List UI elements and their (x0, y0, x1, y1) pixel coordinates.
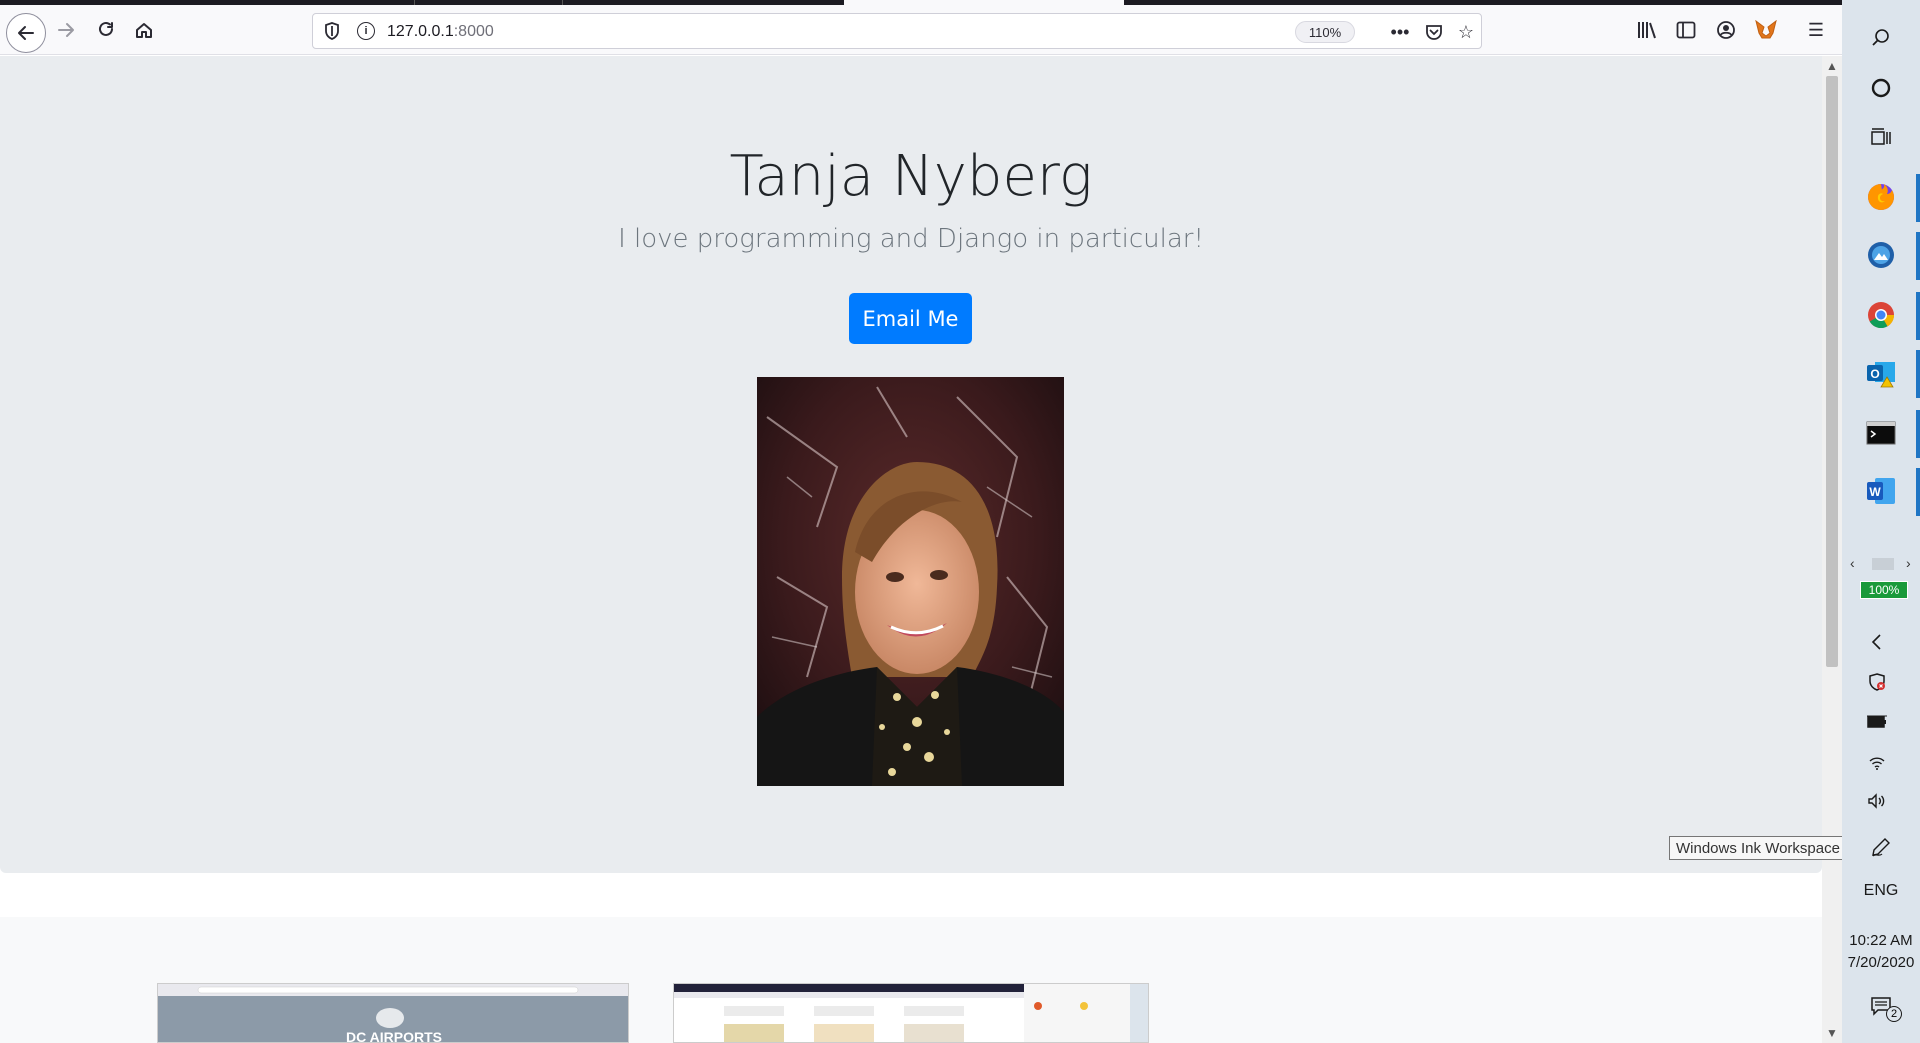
reload-icon (99, 21, 113, 36)
browser-app-icon[interactable] (1862, 236, 1900, 274)
firefox-icon[interactable] (1862, 178, 1900, 216)
cortana-icon[interactable] (1864, 74, 1898, 102)
page-viewport: Tanja Nyberg I love programming and Djan… (0, 56, 1822, 1043)
notification-count-badge: 2 (1886, 1006, 1902, 1022)
vertical-scrollbar[interactable]: ▲ ▼ (1822, 56, 1842, 1043)
project-thumbnail[interactable]: DC AIRPORTS (157, 983, 629, 1043)
taskbar-scroll-thumb[interactable] (1872, 558, 1894, 570)
taskbar-scroll[interactable]: ‹ › (1850, 555, 1916, 573)
sidebar-toggle-icon[interactable] (1673, 17, 1699, 43)
clock-date[interactable]: 7/20/2020 (1842, 954, 1920, 971)
magnifier-zoom-badge[interactable]: 100% (1860, 581, 1908, 599)
wifi-icon[interactable] (1860, 748, 1894, 776)
chevron-left-icon[interactable]: ‹ (1850, 555, 1855, 571)
taskbar-active-indicator (1916, 292, 1920, 340)
windows-taskbar: O W ‹ › 100% ENG 10:22 AM 7/20/2020 2 (1842, 0, 1920, 1043)
url-host: 127.0.0.1 (387, 23, 454, 40)
chrome-icon[interactable] (1862, 296, 1900, 334)
url-port: :8000 (453, 23, 494, 40)
forward-button[interactable] (50, 14, 82, 46)
scroll-down-icon[interactable]: ▼ (1822, 1025, 1842, 1041)
show-hidden-icons-chevron-icon[interactable] (1860, 628, 1894, 656)
home-button[interactable] (128, 14, 160, 46)
browser-toolbar: i 127.0.0.1:8000 110% ••• ☆ ☰ (0, 5, 1842, 55)
taskbar-active-indicator (1916, 468, 1920, 516)
profile-photo (757, 377, 1064, 786)
taskbar-active-indicator (1916, 174, 1920, 222)
input-language[interactable]: ENG (1842, 882, 1920, 900)
bookmark-star-icon[interactable]: ☆ (1453, 20, 1479, 44)
home-icon (136, 23, 152, 38)
url-text[interactable]: 127.0.0.1:8000 (387, 23, 494, 41)
url-bar[interactable]: i 127.0.0.1:8000 110% ••• ☆ (312, 13, 1482, 49)
word-icon[interactable]: W (1862, 472, 1900, 510)
hero-tagline: I love programming and Django in particu… (618, 224, 1204, 254)
page-actions-icon[interactable]: ••• (1387, 20, 1413, 44)
project-thumbnail-caption: DC AIRPORTS (346, 1029, 442, 1043)
library-icon[interactable] (1634, 17, 1660, 43)
back-button[interactable] (6, 13, 46, 53)
screen: i 127.0.0.1:8000 110% ••• ☆ ☰ Tanja Nybe… (0, 0, 1920, 1043)
taskbar-active-indicator (1916, 350, 1920, 398)
hero-name: Tanja Nyberg (729, 144, 1093, 209)
project-thumbnail[interactable] (673, 983, 1149, 1043)
arrow-right-icon (58, 23, 74, 37)
tracking-shield-icon[interactable] (323, 22, 341, 40)
volume-icon[interactable] (1860, 787, 1894, 815)
outlook-icon[interactable]: O (1862, 354, 1900, 392)
arrow-left-icon (18, 26, 34, 40)
zoom-level-badge[interactable]: 110% (1295, 21, 1355, 43)
reload-button[interactable] (90, 14, 122, 46)
security-shield-icon[interactable] (1860, 668, 1894, 696)
task-view-icon[interactable] (1864, 124, 1898, 152)
scroll-up-icon[interactable]: ▲ (1822, 58, 1842, 74)
battery-icon[interactable] (1860, 708, 1894, 736)
metamask-fox-icon[interactable] (1753, 17, 1779, 43)
svg-text:W: W (1869, 485, 1881, 499)
chevron-right-icon[interactable]: › (1906, 555, 1911, 571)
scrollbar-thumb[interactable] (1826, 76, 1838, 667)
hamburger-menu-icon[interactable]: ☰ (1803, 17, 1829, 43)
account-icon[interactable] (1713, 17, 1739, 43)
projects-section: DC AIRPORTS (0, 917, 1822, 1043)
windows-ink-pen-icon[interactable] (1864, 833, 1898, 861)
jumbotron: Tanja Nyberg I love programming and Djan… (0, 56, 1822, 873)
pocket-icon[interactable] (1421, 20, 1447, 44)
taskbar-active-indicator (1916, 410, 1920, 458)
site-info-icon[interactable]: i (357, 22, 375, 40)
svg-text:O: O (1870, 367, 1879, 381)
search-icon[interactable] (1864, 24, 1898, 52)
terminal-icon[interactable] (1862, 414, 1900, 452)
clock-time[interactable]: 10:22 AM (1842, 932, 1920, 949)
email-me-button[interactable]: Email Me (849, 293, 972, 344)
taskbar-active-indicator (1916, 232, 1920, 280)
windows-ink-tooltip: Windows Ink Workspace (1669, 836, 1847, 860)
section-divider (0, 873, 1822, 917)
